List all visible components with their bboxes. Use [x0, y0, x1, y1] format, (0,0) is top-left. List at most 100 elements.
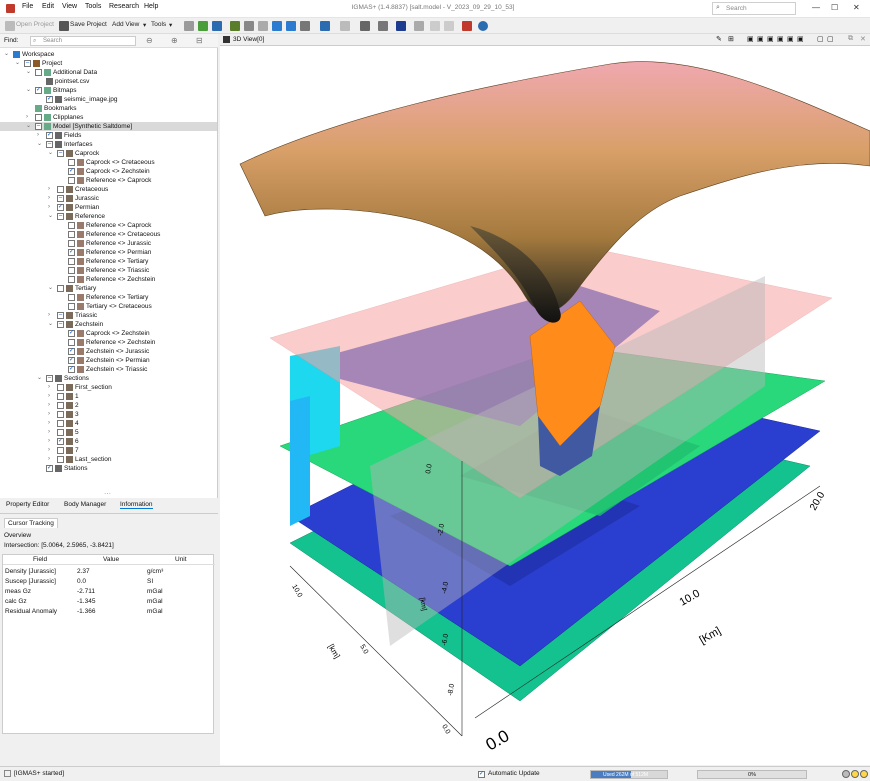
- pin-icon[interactable]: ✎: [716, 35, 722, 43]
- chevron-down-icon[interactable]: ⌄: [26, 86, 31, 95]
- tree-item[interactable]: pointset.csv: [0, 77, 217, 86]
- tree-checkbox[interactable]: [68, 231, 75, 238]
- tree-item[interactable]: › 7: [0, 446, 217, 455]
- tree-item[interactable]: ⌄ – Interfaces: [0, 140, 217, 149]
- add-view-chevron-icon[interactable]: ▾: [143, 21, 146, 29]
- chevron-down-icon[interactable]: ⌄: [26, 68, 31, 77]
- chevron-right-icon[interactable]: ›: [48, 311, 50, 320]
- tree-checkbox[interactable]: ✓: [68, 366, 75, 373]
- tree-checkbox[interactable]: [57, 420, 64, 427]
- tree-item[interactable]: ⌄ Tertiary: [0, 284, 217, 293]
- tree-item[interactable]: ✓ Zechstein <> Triassic: [0, 365, 217, 374]
- chevron-right-icon[interactable]: ›: [48, 392, 50, 401]
- chevron-down-icon[interactable]: ⌄: [26, 122, 31, 131]
- view-right-icon[interactable]: ▣: [777, 35, 784, 43]
- tree-item[interactable]: Reference <> Caprock: [0, 176, 217, 185]
- frame2-icon[interactable]: ▢: [827, 35, 834, 43]
- view-front-icon[interactable]: ▣: [747, 35, 754, 43]
- menu-help[interactable]: Help: [144, 3, 158, 10]
- tree-item[interactable]: Reference <> Cretaceous: [0, 230, 217, 239]
- tree-checkbox[interactable]: [35, 114, 42, 121]
- tree-checkbox[interactable]: [68, 303, 75, 310]
- memory-bar[interactable]: Used 262M of 512M: [590, 770, 668, 779]
- tree-checkbox[interactable]: [57, 411, 64, 418]
- tree-checkbox[interactable]: [57, 456, 64, 463]
- table-icon[interactable]: [320, 21, 330, 31]
- tree-checkbox[interactable]: [57, 186, 64, 193]
- tree-checkbox[interactable]: [68, 276, 75, 283]
- chevron-right-icon[interactable]: ›: [48, 410, 50, 419]
- tree-checkbox[interactable]: [57, 447, 64, 454]
- tree-checkbox[interactable]: ✓: [46, 132, 53, 139]
- tree-item[interactable]: ⌄ – Reference: [0, 212, 217, 221]
- tree-item[interactable]: › 5: [0, 428, 217, 437]
- tree-checkbox[interactable]: [68, 177, 75, 184]
- copy-icon[interactable]: [414, 21, 424, 31]
- auto-update-checkbox[interactable]: ✓: [478, 771, 485, 778]
- chevron-down-icon[interactable]: ⌄: [48, 320, 53, 329]
- close-view-icon[interactable]: ✕: [860, 35, 866, 43]
- chevron-right-icon[interactable]: ›: [48, 203, 50, 212]
- add-view-button[interactable]: Add View: [112, 21, 139, 28]
- tools-button[interactable]: Tools: [151, 21, 166, 28]
- tree-item[interactable]: › 3: [0, 410, 217, 419]
- tree-item[interactable]: ✓ Zechstein <> Permian: [0, 356, 217, 365]
- grid-icon[interactable]: [184, 21, 194, 31]
- tree-checkbox[interactable]: ✓: [57, 438, 64, 445]
- tree-checkbox[interactable]: –: [57, 321, 64, 328]
- chevron-right-icon[interactable]: ›: [48, 428, 50, 437]
- chart-add-icon[interactable]: [198, 21, 208, 31]
- tree-checkbox[interactable]: [68, 240, 75, 247]
- find-prev-icon[interactable]: ⊖: [146, 36, 153, 45]
- target-icon[interactable]: ⊞: [728, 35, 734, 43]
- tree-checkbox[interactable]: –: [35, 123, 42, 130]
- undo-icon[interactable]: [430, 21, 440, 31]
- arrow-right-icon[interactable]: [212, 21, 222, 31]
- find-clear-icon[interactable]: ⊟: [196, 36, 203, 45]
- chevron-right-icon[interactable]: ›: [48, 446, 50, 455]
- tree-item[interactable]: Reference <> Tertiary: [0, 257, 217, 266]
- tree-checkbox[interactable]: –: [46, 375, 53, 382]
- chevron-right-icon[interactable]: ›: [48, 419, 50, 428]
- tree-checkbox[interactable]: ✓: [46, 96, 53, 103]
- save-project-button[interactable]: Save Project: [70, 21, 107, 28]
- menu-file[interactable]: File: [22, 3, 33, 10]
- tree-item[interactable]: › First_section: [0, 383, 217, 392]
- tree-item[interactable]: ⌄ – Sections: [0, 374, 217, 383]
- maximize-button[interactable]: ☐: [831, 3, 838, 12]
- menu-edit[interactable]: Edit: [42, 3, 54, 10]
- tree-checkbox[interactable]: –: [46, 141, 53, 148]
- tree-checkbox[interactable]: –: [57, 195, 64, 202]
- tree-checkbox[interactable]: [68, 159, 75, 166]
- frame-icon[interactable]: ▢: [817, 35, 824, 43]
- tree-item[interactable]: ✓ Caprock <> Zechstein: [0, 167, 217, 176]
- tree-checkbox[interactable]: ✓: [68, 249, 75, 256]
- tree-item[interactable]: ⌄ Additional Data: [0, 68, 217, 77]
- tree-item[interactable]: ✓ Zechstein <> Jurassic: [0, 347, 217, 356]
- tree-item[interactable]: ⌄ – Model [Synthetic Saltdome]: [0, 122, 217, 131]
- tree-item[interactable]: Reference <> Zechstein: [0, 275, 217, 284]
- tree-item[interactable]: ⌄ Workspace: [0, 50, 217, 59]
- tree-item[interactable]: Reference <> Zechstein: [0, 338, 217, 347]
- chevron-right-icon[interactable]: ›: [48, 194, 50, 203]
- chevron-right-icon[interactable]: ›: [48, 401, 50, 410]
- chevron-right-icon[interactable]: ›: [48, 455, 50, 464]
- chevron-right-icon[interactable]: ›: [48, 185, 50, 194]
- tree-checkbox[interactable]: [68, 339, 75, 346]
- tree-item[interactable]: › ✓ Permian: [0, 203, 217, 212]
- chevron-down-icon[interactable]: ⌄: [48, 284, 53, 293]
- tree-checkbox[interactable]: [57, 285, 64, 292]
- tree-checkbox[interactable]: ✓: [68, 357, 75, 364]
- tree-checkbox[interactable]: ✓: [68, 348, 75, 355]
- chevron-down-icon[interactable]: ⌄: [48, 212, 53, 221]
- view-left-icon[interactable]: ▣: [767, 35, 774, 43]
- tree-item[interactable]: › ✓ 6: [0, 437, 217, 446]
- view-top-icon[interactable]: ▣: [787, 35, 794, 43]
- tree-item[interactable]: Tertiary <> Cretaceous: [0, 302, 217, 311]
- fit-icon[interactable]: [272, 21, 282, 31]
- tree-item[interactable]: › Cretaceous: [0, 185, 217, 194]
- menu-research[interactable]: Research: [109, 3, 139, 10]
- layers-icon[interactable]: [244, 21, 254, 31]
- tree-checkbox[interactable]: –: [57, 312, 64, 319]
- tree-item[interactable]: › 4: [0, 419, 217, 428]
